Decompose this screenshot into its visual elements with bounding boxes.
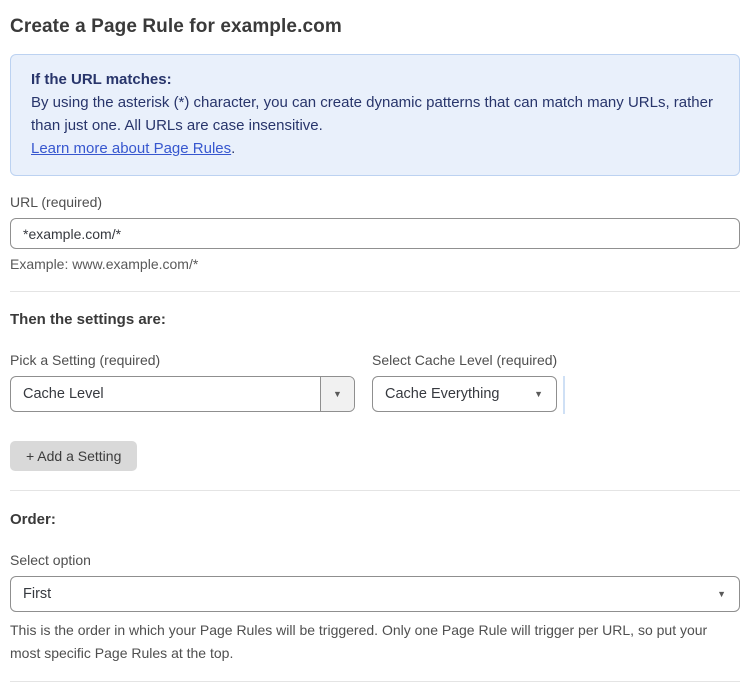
- page-title: Create a Page Rule for example.com: [10, 16, 342, 37]
- url-example-helper: Example: www.example.com/*: [10, 256, 199, 272]
- page-rule-form: Create a Page Rule for example.com If th…: [0, 0, 750, 691]
- url-field-label: URL (required): [10, 194, 103, 210]
- pick-setting-label: Pick a Setting (required): [10, 352, 161, 368]
- info-box-heading: If the URL matches:: [31, 71, 172, 88]
- pick-setting-select[interactable]: Cache Level ▼: [10, 376, 355, 412]
- cache-level-wrap: Cache Everything ▼: [372, 376, 565, 414]
- settings-row: Pick a Setting (required) Cache Level ▼ …: [10, 352, 740, 414]
- divider: [10, 681, 740, 682]
- order-helper-text: This is the order in which your Page Rul…: [10, 622, 708, 661]
- cache-level-value: Cache Everything: [385, 386, 500, 402]
- chevron-down-icon: ▼: [534, 388, 544, 399]
- setting-divider-line: [563, 376, 565, 414]
- add-setting-button[interactable]: + Add a Setting: [10, 441, 138, 471]
- order-select-value: First: [23, 586, 52, 602]
- settings-section-heading: Then the settings are:: [10, 311, 166, 328]
- info-box-body: By using the asterisk (*) character, you…: [31, 91, 719, 160]
- chevron-down-icon: ▼: [333, 388, 342, 399]
- cache-level-column: Select Cache Level (required) Cache Ever…: [372, 352, 565, 414]
- url-input[interactable]: [10, 218, 740, 249]
- info-box-body-text: By using the asterisk (*) character, you…: [31, 94, 713, 134]
- url-matches-info-box: If the URL matches: By using the asteris…: [10, 54, 740, 176]
- order-select-label: Select option: [10, 552, 91, 568]
- link-suffix: .: [231, 140, 236, 157]
- cache-level-label: Select Cache Level (required): [372, 352, 558, 368]
- divider: [10, 490, 740, 491]
- pick-setting-column: Pick a Setting (required) Cache Level ▼: [10, 352, 355, 412]
- pick-setting-arrow-button[interactable]: ▼: [320, 377, 354, 411]
- learn-more-link[interactable]: Learn more about Page Rules: [31, 140, 231, 157]
- order-section-heading: Order:: [10, 511, 56, 528]
- chevron-down-icon: ▼: [717, 588, 726, 599]
- order-select[interactable]: First ▼: [10, 576, 740, 612]
- cache-level-select[interactable]: Cache Everything ▼: [372, 376, 558, 412]
- divider: [10, 291, 740, 292]
- pick-setting-value: Cache Level: [23, 386, 104, 402]
